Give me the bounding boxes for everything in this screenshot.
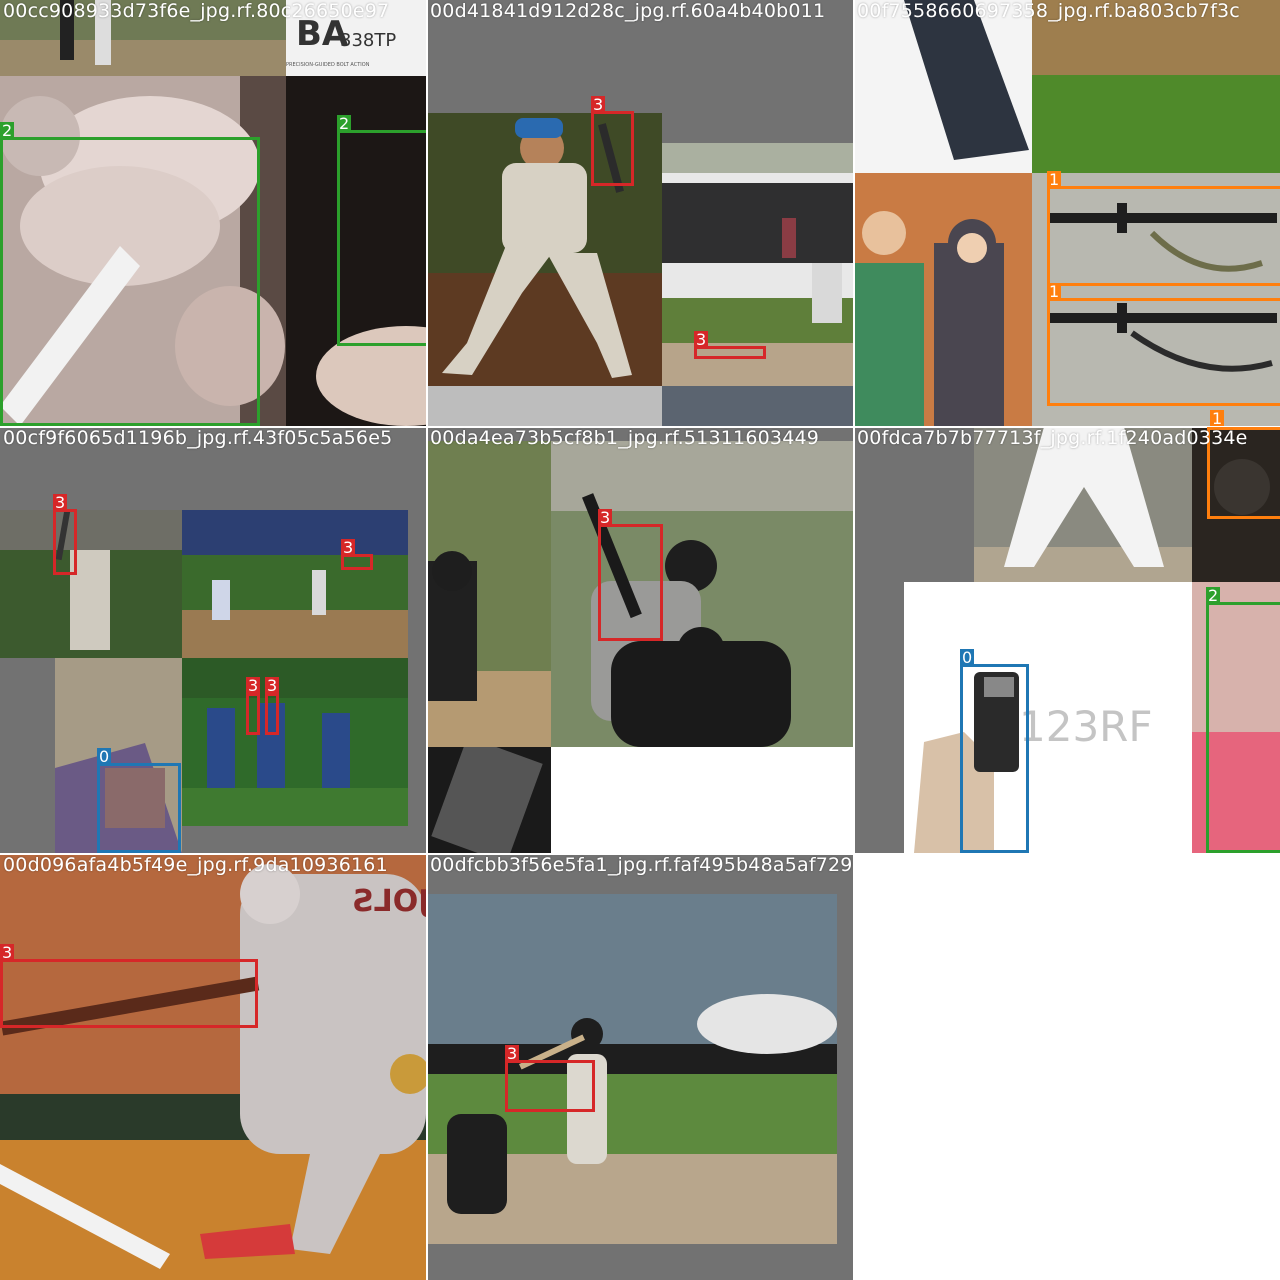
bbox-label: 3	[53, 493, 68, 512]
bbox-label: 0	[960, 648, 975, 667]
catcher-photo	[427, 441, 551, 747]
batter-back-photo	[0, 510, 182, 658]
bbox-class-0	[960, 664, 1029, 853]
bolt-model-text: 338TP	[340, 30, 397, 51]
bbox-class-2	[0, 137, 260, 426]
grid-divider	[853, 0, 855, 1280]
stadium-photo	[182, 510, 408, 658]
mosaic-tile-5: 3 00da4ea73b5cf8b1_jpg.rf.51311603449	[427, 427, 853, 853]
bbox-label: 3	[505, 1044, 520, 1063]
stadium-batter-photo	[427, 894, 837, 1244]
bbox-label: 1	[1047, 170, 1062, 189]
bbox-class-3	[0, 959, 258, 1028]
bolt-tagline-text: PRECISION-GUIDED BOLT ACTION	[286, 62, 370, 68]
strip-photo	[427, 386, 662, 426]
bbox-label: 3	[591, 95, 606, 114]
bbox-class-3	[598, 524, 663, 641]
mosaic-tile-4: 3 3 3 3 0 00cf9f6065d1196b_jpg.rf.43f05c…	[0, 427, 426, 853]
jersey-text: PUJOLS	[352, 884, 426, 919]
bbox-label: 3	[265, 676, 280, 695]
tile-filename: 00f7558660697358_jpg.rf.ba803cb7f3c	[857, 0, 1240, 22]
tile-filename: 00dfcbb3f56e5fa1_jpg.rf.faf495b48a5af729	[430, 854, 853, 876]
bbox-class-3	[591, 111, 634, 186]
mosaic-tile-7: PUJOLS 3 00d096afa4b5f49e_jpg.rf.9da1093…	[0, 854, 426, 1280]
tile-filename: 00cf9f6065d1196b_jpg.rf.43f05c5a56e5	[3, 427, 393, 449]
bbox-label: 2	[337, 114, 352, 133]
batter-legs-photo	[974, 427, 1192, 582]
illustration-photo	[854, 173, 1032, 426]
blank-photo	[551, 747, 853, 853]
bbox-class-3	[505, 1060, 595, 1112]
dark-gear-photo	[427, 747, 551, 853]
mosaic-tile-3: 1 1 1 00f7558660697358_jpg.rf.ba803cb7f3…	[854, 0, 1280, 426]
mosaic-grid: BA 338TP PRECISION-GUIDED BOLT ACTION 2 …	[0, 0, 1280, 1280]
batter-ondeck-photo	[551, 441, 853, 747]
magazine-photo	[854, 0, 1032, 173]
team-photo	[182, 658, 408, 826]
tile-filename: 00cc908933d73f6e_jpg.rf.80c26650e97	[3, 0, 390, 22]
bbox-class-3	[246, 693, 260, 735]
bbox-label: 1	[1210, 409, 1225, 426]
mosaic-tile-8: 3 00dfcbb3f56e5fa1_jpg.rf.faf495b48a5af7…	[427, 854, 853, 1280]
grid-divider	[426, 0, 428, 1280]
bleacher-photo	[662, 386, 853, 426]
bbox-class-1	[1047, 298, 1280, 406]
pistol-watermark-photo: 123RF	[904, 582, 1192, 853]
bbox-label: 2	[0, 121, 15, 140]
field-photo	[1032, 0, 1280, 173]
bbox-class-3	[265, 693, 279, 735]
mosaic-tile-empty	[854, 854, 1280, 1280]
bbox-class-2	[1206, 602, 1280, 853]
mosaic-tile-6: 123RF 2 0 00fdca7b7b77713f_jpg.rf.1f240a…	[854, 427, 1280, 853]
bbox-label: 3	[694, 330, 709, 349]
tile-filename: 00d096afa4b5f49e_jpg.rf.9da10936161	[3, 854, 388, 876]
bbox-class-1	[1047, 186, 1280, 286]
tile-filename: 00fdca7b7b77713f_jpg.rf.1f240ad0334e	[857, 427, 1248, 449]
bbox-label: 3	[598, 508, 613, 527]
bbox-class-2	[337, 130, 426, 346]
tile-filename: 00da4ea73b5cf8b1_jpg.rf.51311603449	[430, 427, 820, 449]
mosaic-tile-1: BA 338TP PRECISION-GUIDED BOLT ACTION 2 …	[0, 0, 426, 426]
bbox-label: 1	[1047, 282, 1062, 301]
bbox-class-0	[97, 763, 181, 853]
bbox-class-3	[53, 509, 77, 575]
mosaic-tile-2: 3 3 00d41841d912d28c_jpg.rf.60a4b40b011	[427, 0, 853, 426]
bbox-label: 3	[246, 676, 261, 695]
tile-filename: 00d41841d912d28c_jpg.rf.60a4b40b011	[430, 0, 826, 22]
bbox-label: 3	[341, 538, 356, 557]
bbox-label: 2	[1206, 586, 1221, 605]
bbox-label: 0	[97, 747, 112, 766]
stock-watermark-text: 123RF	[1019, 702, 1153, 751]
bbox-label: 3	[0, 943, 15, 962]
swing-photo: PUJOLS	[0, 854, 426, 1280]
